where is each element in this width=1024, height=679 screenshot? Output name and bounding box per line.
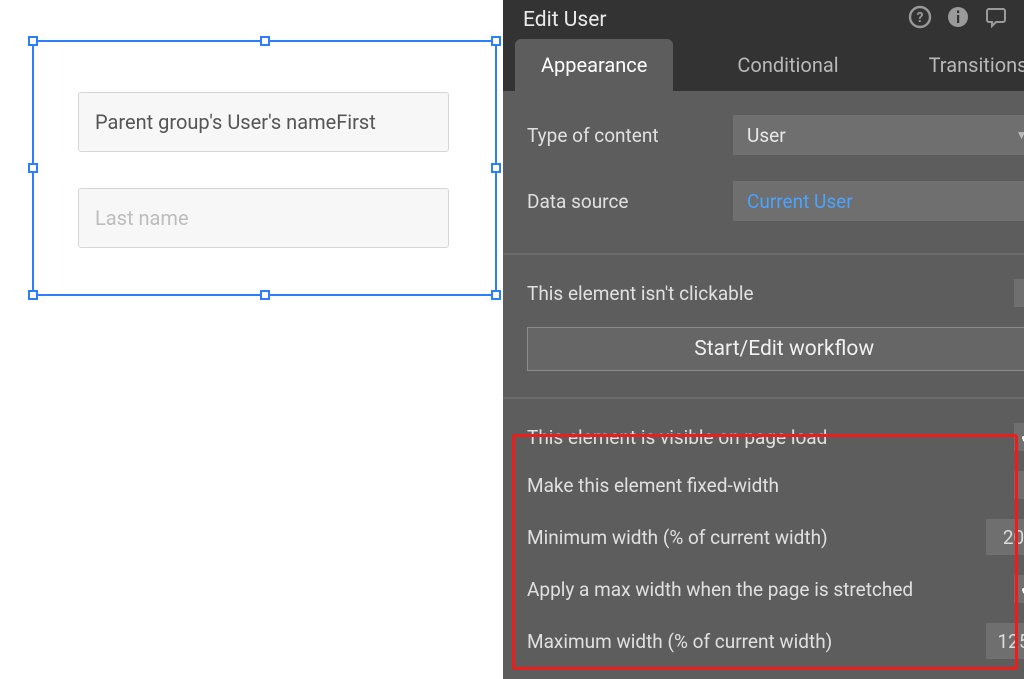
input-last-name-placeholder: Last name xyxy=(95,206,189,230)
min-width-input[interactable]: 20 xyxy=(986,519,1024,555)
panel-tabs: Appearance Conditional Transitions xyxy=(503,39,1024,91)
data-source-label: Data source xyxy=(527,190,733,213)
tab-appearance[interactable]: Appearance xyxy=(515,39,673,91)
section-divider-2 xyxy=(503,397,1024,399)
editor-canvas[interactable]: Parent group's User's nameFirst Last nam… xyxy=(0,0,503,679)
fixed-width-checkbox[interactable] xyxy=(1014,471,1024,499)
comment-icon[interactable] xyxy=(984,5,1008,35)
tab-conditional[interactable]: Conditional xyxy=(711,39,864,91)
clickable-checkbox[interactable] xyxy=(1014,279,1024,307)
panel-header: Edit User ? xyxy=(503,0,1024,39)
data-source-value: Current User xyxy=(747,190,853,213)
type-of-content-value: User xyxy=(747,124,786,147)
resize-handle-bc[interactable] xyxy=(260,290,270,300)
min-width-label: Minimum width (% of current width) xyxy=(527,526,986,549)
info-icon[interactable] xyxy=(946,5,970,35)
max-width-label: Maximum width (% of current width) xyxy=(527,630,986,653)
input-first-name-text: Parent group's User's nameFirst xyxy=(95,110,376,134)
input-first-name[interactable]: Parent group's User's nameFirst xyxy=(78,92,449,152)
type-of-content-label: Type of content xyxy=(527,124,733,147)
visible-on-load-label: This element is visible on page load xyxy=(527,426,1014,449)
tab-transitions[interactable]: Transitions xyxy=(903,39,1024,91)
selection-box[interactable]: Parent group's User's nameFirst Last nam… xyxy=(32,40,497,296)
max-width-input[interactable]: 125 xyxy=(986,623,1024,659)
clickable-label: This element isn't clickable xyxy=(527,282,1014,305)
fixed-width-label: Make this element fixed-width xyxy=(527,474,1014,497)
resize-handle-mr[interactable] xyxy=(491,163,501,173)
panel-title: Edit User xyxy=(523,8,606,32)
input-last-name[interactable]: Last name xyxy=(78,188,449,248)
property-panel: Edit User ? Appearance Conditional Trans… xyxy=(503,0,1024,679)
resize-handle-tr[interactable] xyxy=(491,36,501,46)
svg-text:?: ? xyxy=(916,10,923,26)
resize-handle-tl[interactable] xyxy=(28,36,38,46)
visible-on-load-checkbox[interactable]: ✔ xyxy=(1014,423,1024,451)
type-of-content-select[interactable]: User ▼ xyxy=(733,115,1024,155)
resize-handle-tc[interactable] xyxy=(260,36,270,46)
chevron-down-icon: ▼ xyxy=(1016,128,1024,142)
resize-handle-bl[interactable] xyxy=(28,290,38,300)
start-edit-workflow-button[interactable]: Start/Edit workflow xyxy=(527,327,1024,371)
apply-max-width-label: Apply a max width when the page is stret… xyxy=(527,578,1014,601)
apply-max-width-checkbox[interactable]: ✔ xyxy=(1014,575,1024,603)
resize-handle-br[interactable] xyxy=(491,290,501,300)
data-source-field[interactable]: Current User xyxy=(733,181,1024,221)
section-divider xyxy=(503,253,1024,255)
help-icon[interactable]: ? xyxy=(908,5,932,35)
resize-handle-ml[interactable] xyxy=(28,163,38,173)
